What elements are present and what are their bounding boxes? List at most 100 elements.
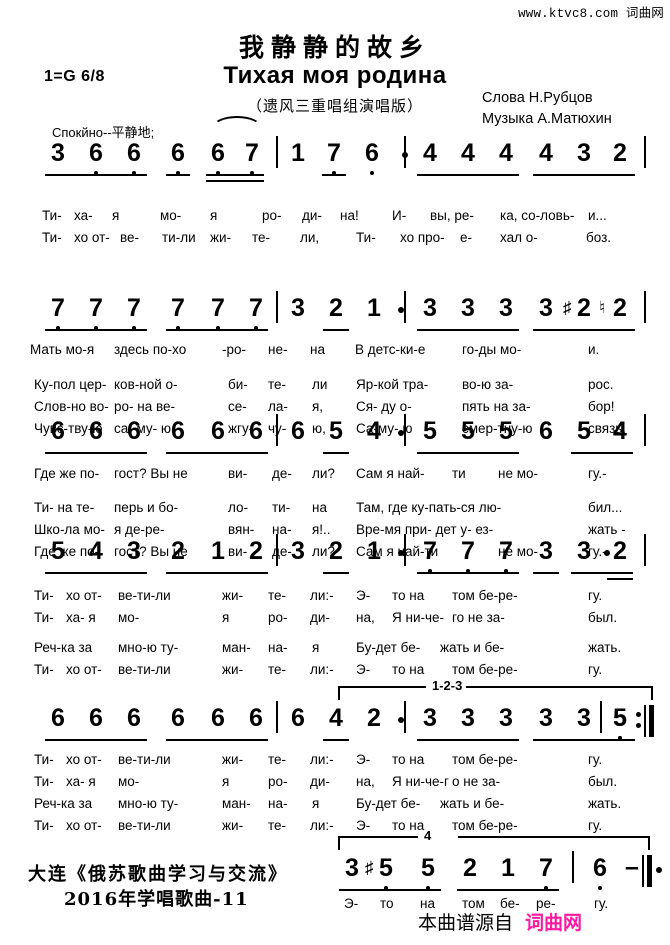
lyric-syllable: хо от- [74,230,110,245]
note: 6 [171,704,185,732]
lyric-syllable: то [380,896,394,911]
note: 6 [291,704,305,732]
lyric-syllable: се- [228,399,247,414]
note: 6 [211,704,225,732]
lyric-syllable: жать. [588,796,622,811]
lyric-syllable: жи- [222,662,244,677]
note: 2 [577,294,591,322]
bar-line [276,136,278,168]
beam-line [166,329,268,331]
lyric-syllable: Ку-пол цер- [34,377,107,392]
lyric-syllable: Э- [356,752,371,767]
lyric-syllable: не мо- [498,466,538,481]
note: 3 [423,294,437,322]
lyric-syllable: гу. [588,752,603,767]
note: 3 [423,704,437,732]
note: 6 [51,417,65,445]
note: 5 [461,417,475,445]
lyric-syllable: я де-ре- [114,522,165,537]
lyric-syllable: Ти- [34,610,54,625]
lyric-syllable: ков-ной о- [114,377,178,392]
note: 6 [365,139,379,167]
note: 7 [499,537,513,565]
note: 6 [539,417,553,445]
note: 6 [171,139,185,167]
lyric-syllable: ман- [222,796,251,811]
note: 3 [51,139,65,167]
note: 7 [461,537,475,565]
lyric-syllable: жи- [210,230,232,245]
beam-line [45,329,147,331]
watermark-url: www.ktvc8.com [518,7,619,21]
lyric-syllable: вы, ре- [430,208,474,223]
note: 6 [249,704,263,732]
beam-line [571,572,633,574]
lyric-syllable: хо от- [66,752,102,767]
lyric-syllable: Яр-кой тра- [356,377,429,392]
lyric-syllable: Ти- [34,818,54,833]
note: 6 [211,417,225,445]
source-site-link[interactable]: 词曲网 [525,912,582,934]
note: 7 [51,294,65,322]
beam-line [607,578,633,580]
note: 6 [127,704,141,732]
lyric-syllable: Ти- [34,774,54,789]
lyric-syllable: гу. [588,818,603,833]
lyric-syllable: Где же по- [34,466,100,481]
note: 3 [461,704,475,732]
lyric-syllable: хал о- [500,230,538,245]
note: 3 [577,537,591,565]
bar-line [600,701,602,733]
lyric-syllable: ли, [300,230,320,245]
beam-line [571,452,633,454]
beam-line [323,739,349,741]
lyric-syllable: я, [312,399,324,414]
augmentation-dot [398,430,404,436]
lyric-syllable: Ти- [34,588,54,603]
lyric-syllable: И- [392,208,407,223]
note: 6 [593,854,607,882]
lyric-syllable: бор! [588,399,615,414]
bar-line [644,136,646,168]
note: 6 [291,417,305,445]
note: 1 [291,139,305,167]
note: 2 [329,537,343,565]
lyric-syllable: на! [340,208,359,223]
note: 4 [423,139,437,167]
note: 6 [89,417,103,445]
lyric-syllable: перь и бо- [114,500,179,515]
lyric-syllable: я [210,208,218,223]
site-watermark: www.ktvc8.com 词曲网 [518,2,664,21]
lyric-syllable: был. [588,774,618,789]
volta-bracket [338,686,426,700]
note: 3 [539,537,553,565]
octave-dot-low [598,886,602,890]
lyric-syllable: ли? [312,466,335,481]
beam-line [45,174,147,176]
note: 3 [539,294,553,322]
credits-block: Слова Н.Рубцов Музыка А.Матюхин [482,88,612,130]
lyric-syllable: то на [392,818,425,833]
lyric-syllable: Бу-дет бе- [356,640,421,655]
lyric-syllable: Ти- [34,662,54,677]
note: 2 [613,537,627,565]
lyric-syllable: я [112,208,120,223]
lyric-syllable: на, [356,774,375,789]
final-bar-thick [647,855,652,887]
note: 3 [291,294,305,322]
final-bar-thick [649,705,654,737]
beam-line [417,329,519,331]
volta-bracket [338,836,418,850]
note: 6 [211,139,225,167]
lyric-syllable: во-ю за- [462,377,514,392]
lyric-syllable: на- [268,640,288,655]
lyric-syllable: и... [588,208,607,223]
lyric-syllable: Ти- [356,230,376,245]
note: 4 [613,417,627,445]
lyric-syllable: рос. [588,377,614,392]
lyric-syllable: мо- [160,208,182,223]
note: 5 [613,704,627,732]
lyric-syllable: ро- на ве- [114,399,176,414]
lyric-syllable: мно-ю ту- [118,640,179,655]
note: 3 [127,537,141,565]
